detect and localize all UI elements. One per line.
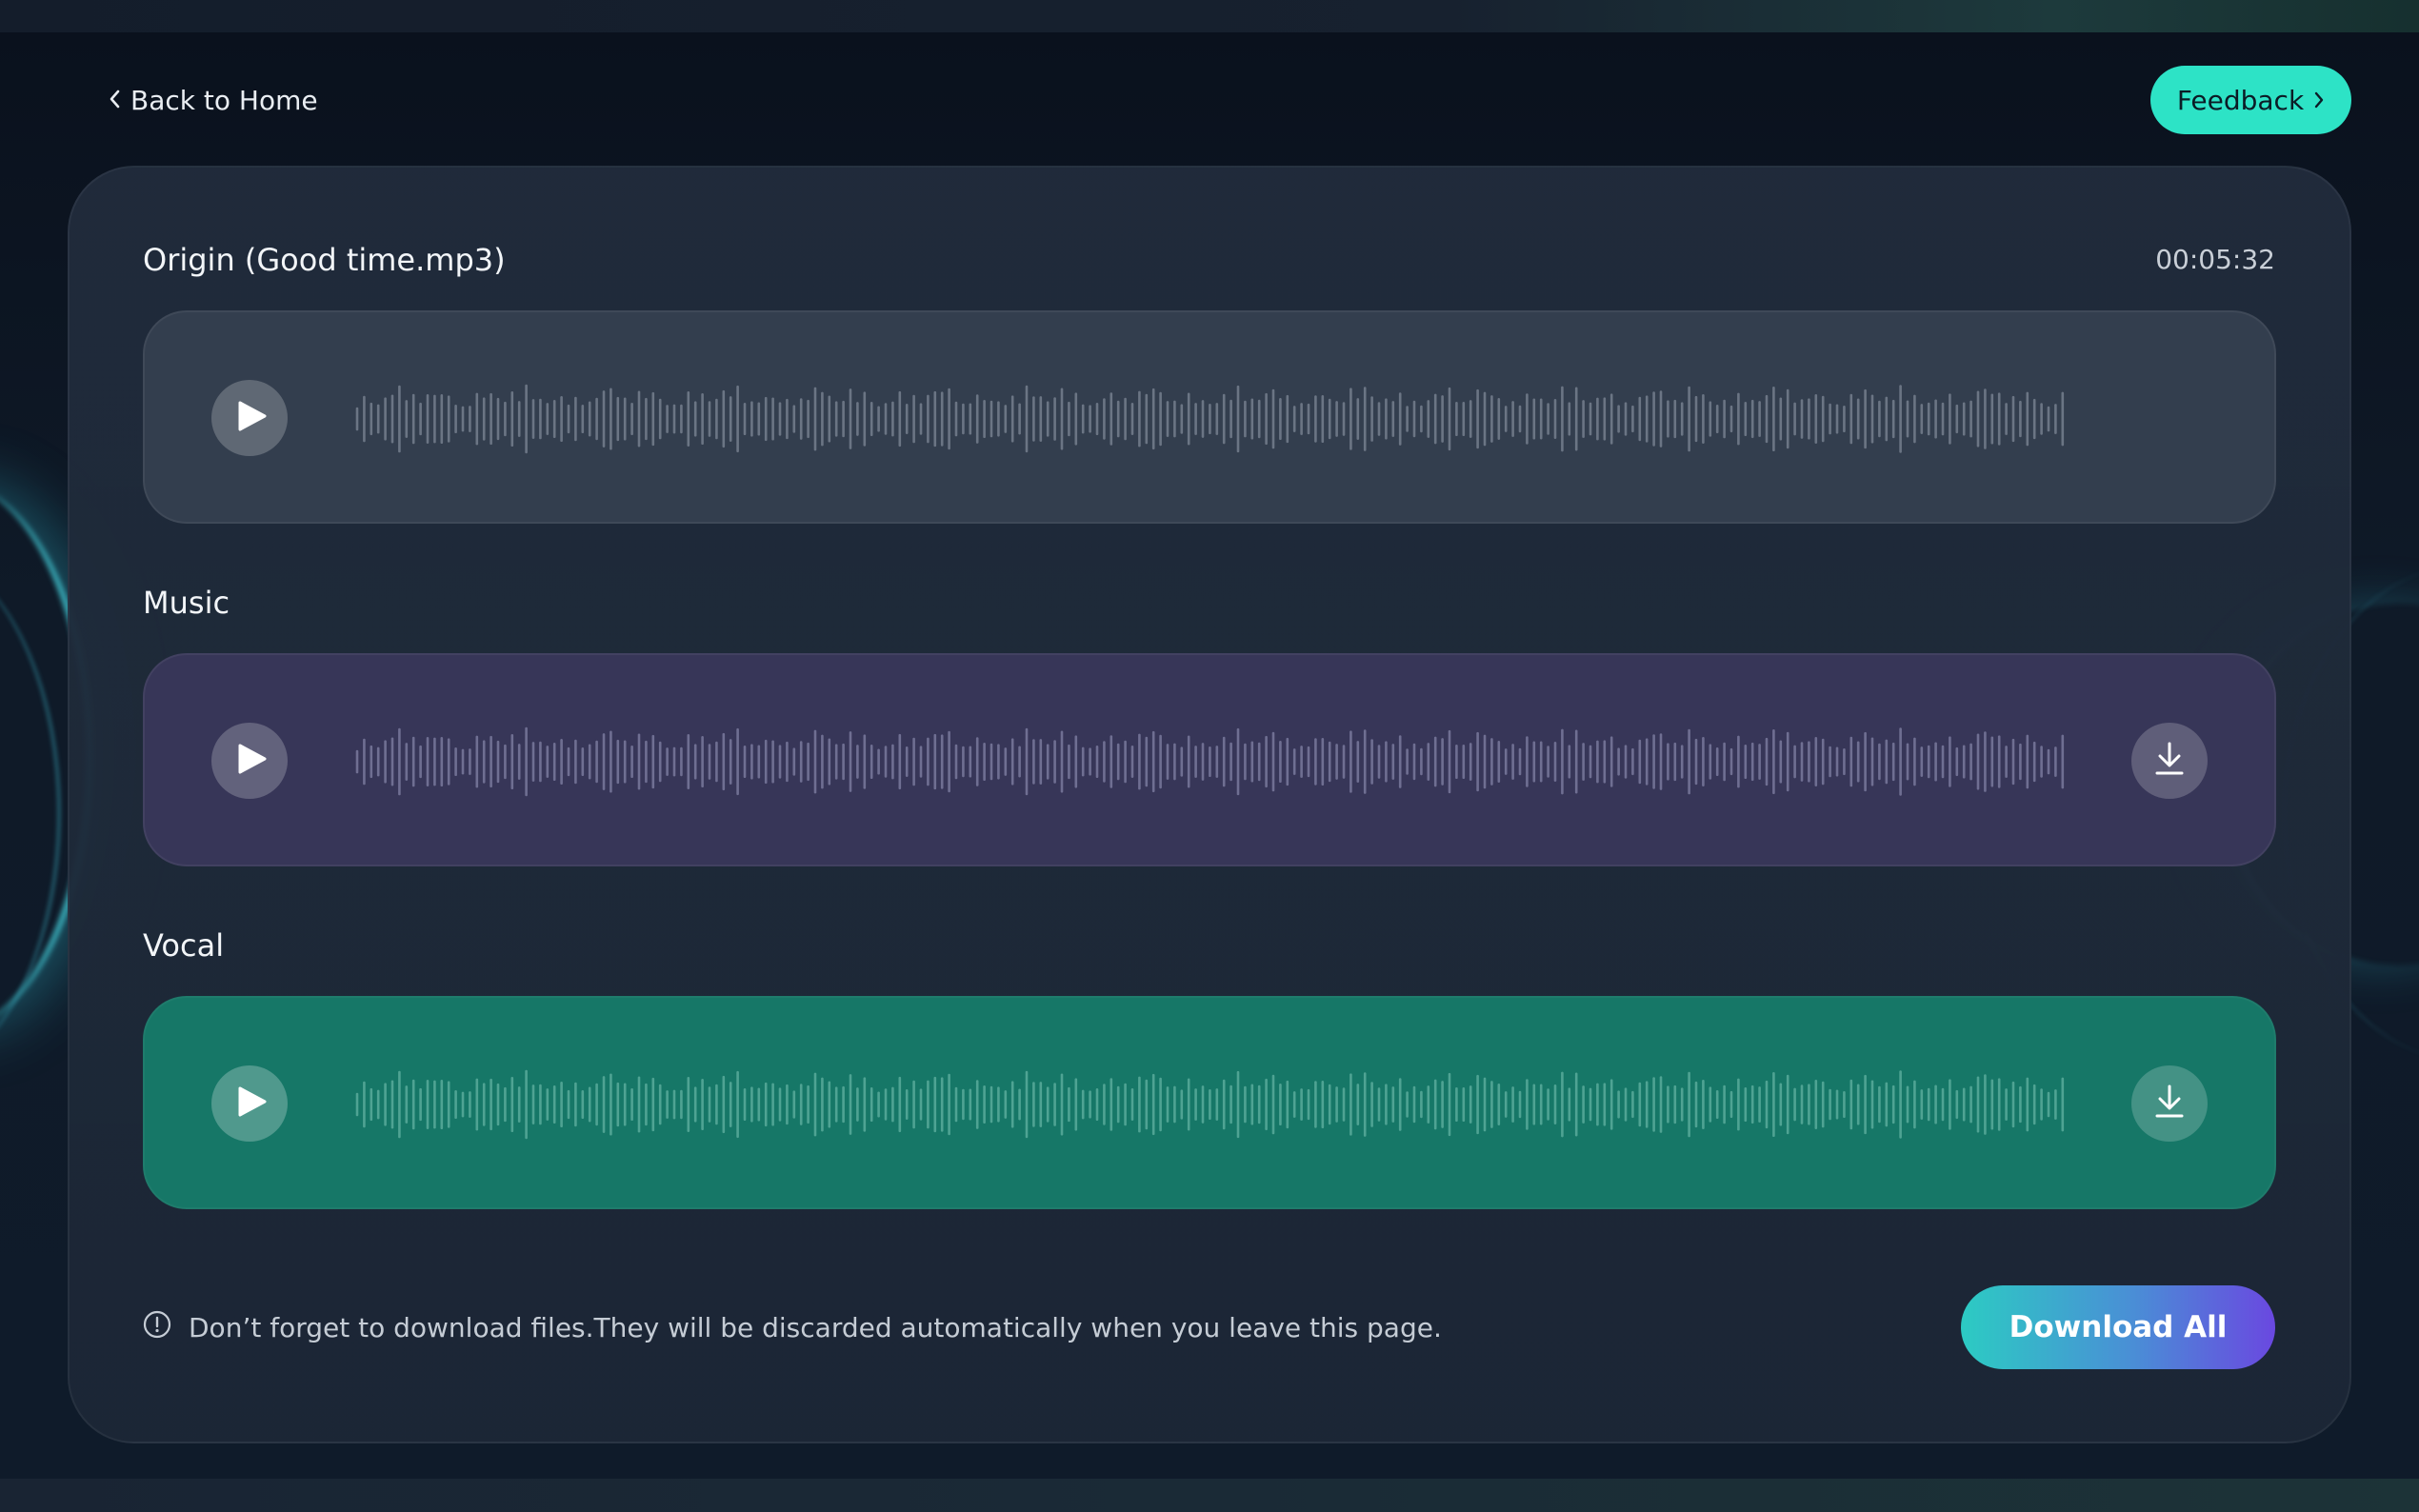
play-button-vocal[interactable] [211,1065,288,1142]
download-icon [2153,1084,2186,1124]
discard-notice-text: Don’t forget to download files.They will… [189,1311,1442,1343]
download-button-vocal[interactable] [2131,1065,2208,1142]
back-to-home-label: Back to Home [130,84,318,116]
chevron-right-icon [2313,85,2325,116]
waveform-origin[interactable] [355,379,2070,459]
track-title-vocal: Vocal [143,927,225,964]
play-button-origin[interactable] [211,380,288,456]
download-all-button[interactable]: Download All [1961,1285,2275,1369]
track-player-music [143,653,2276,866]
info-circle-icon [143,1310,171,1345]
waveform-music[interactable] [355,722,2070,802]
feedback-button[interactable]: Feedback [2150,66,2351,134]
track-title-music: Music [143,585,230,621]
discard-notice: Don’t forget to download files.They will… [143,1310,1442,1344]
waveform-vocal[interactable] [355,1064,2070,1144]
track-player-vocal [143,996,2276,1209]
feedback-label: Feedback [2176,84,2305,116]
top-strip [0,0,2419,32]
track-title-origin: Origin (Good time.mp3) [143,242,506,278]
track-player-origin [143,310,2276,524]
play-button-music[interactable] [211,723,288,799]
play-icon [232,744,267,778]
download-icon [2153,741,2186,781]
chevron-left-icon [108,85,121,116]
back-to-home-link[interactable]: Back to Home [108,81,318,119]
play-icon [232,1086,267,1121]
play-icon [232,401,267,435]
track-duration: 00:05:32 [2155,244,2275,275]
download-button-music[interactable] [2131,723,2208,799]
bottom-strip [0,1479,2419,1512]
